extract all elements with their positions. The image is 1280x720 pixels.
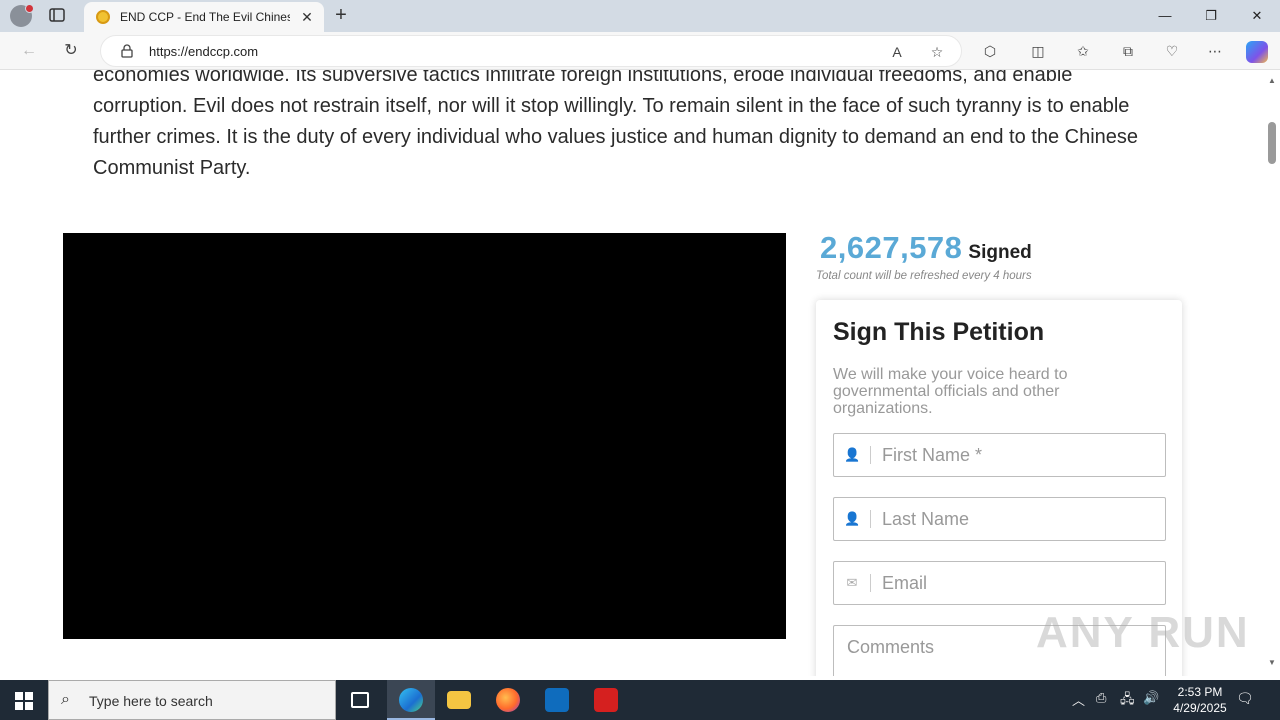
lock-icon[interactable] bbox=[121, 44, 133, 58]
split-screen-icon[interactable]: ◫ bbox=[1028, 41, 1048, 61]
tab-title: END CCP - End The Evil Chinese Communist… bbox=[120, 10, 290, 24]
favorite-star-icon[interactable]: ☆ bbox=[927, 42, 947, 62]
signed-label: Signed bbox=[968, 242, 1032, 263]
new-tab-button[interactable]: + bbox=[330, 4, 352, 26]
field-divider bbox=[870, 510, 871, 528]
volume-icon[interactable]: 🔊 bbox=[1143, 690, 1159, 706]
read-aloud-icon[interactable]: A bbox=[887, 42, 907, 62]
browser-toolbar: ← ↻ https://endccp.com A ☆ ⬡ ◫ ✩ ⧉ ♡ ⋯ bbox=[0, 32, 1280, 70]
network-icon[interactable]: 🖧 bbox=[1120, 690, 1135, 712]
search-icon: ⌕ bbox=[61, 691, 70, 708]
video-player[interactable] bbox=[63, 233, 786, 639]
edge-taskbar-icon[interactable] bbox=[387, 680, 435, 720]
browser-window: END CCP - End The Evil Chinese Communist… bbox=[0, 0, 1280, 680]
more-options-icon[interactable]: ⋯ bbox=[1205, 41, 1225, 61]
tray-device-icon[interactable]: ⎙ bbox=[1096, 690, 1106, 706]
clock-time: 2:53 PM bbox=[1177, 685, 1223, 699]
taskbar: ⌕ Type here to search ︿ ⎙ 🖧 🔊 2:53 PM 4/… bbox=[0, 680, 1280, 720]
comments-placeholder: Comments bbox=[847, 637, 935, 657]
favorites-icon[interactable]: ✩ bbox=[1073, 41, 1093, 61]
window-restore-button[interactable]: ❐ bbox=[1188, 0, 1234, 32]
email-placeholder: Email bbox=[882, 573, 928, 593]
window-close-button[interactable]: ✕ bbox=[1234, 0, 1280, 32]
user-outline-icon: 👤 bbox=[844, 511, 861, 526]
first-name-field[interactable]: 👤 First Name * bbox=[833, 433, 1166, 477]
email-field[interactable]: ✉ Email bbox=[833, 561, 1166, 605]
clock-date: 4/29/2025 bbox=[1173, 701, 1227, 715]
field-divider bbox=[870, 446, 871, 464]
windows-start-icon[interactable] bbox=[0, 680, 48, 720]
file-explorer-icon[interactable] bbox=[435, 680, 483, 720]
envelope-icon: ✉ bbox=[846, 575, 858, 590]
page-scrollbar[interactable]: ▲ ▼ bbox=[1264, 70, 1280, 676]
user-icon: 👤 bbox=[844, 447, 861, 462]
copilot-icon[interactable] bbox=[1246, 41, 1268, 63]
signed-count: 2,627,578 bbox=[820, 230, 963, 265]
first-name-placeholder: First Name * bbox=[882, 445, 983, 465]
window-minimize-button[interactable]: — bbox=[1142, 0, 1188, 32]
task-view-icon[interactable] bbox=[336, 680, 384, 720]
profile-avatar-icon[interactable] bbox=[10, 4, 34, 27]
tab-close-icon[interactable]: ✕ bbox=[298, 8, 316, 26]
scroll-down-icon[interactable]: ▼ bbox=[1267, 658, 1277, 668]
last-name-field[interactable]: 👤 Last Name bbox=[833, 497, 1166, 541]
firefox-icon[interactable] bbox=[484, 680, 532, 720]
web-page: economies worldwide. Its subversive tact… bbox=[0, 70, 1264, 676]
signature-counter: 2,627,578 Signed bbox=[820, 230, 1032, 266]
acrobat-icon[interactable] bbox=[582, 680, 630, 720]
taskbar-search-box[interactable]: ⌕ Type here to search bbox=[48, 680, 336, 720]
notification-icon[interactable]: 🗨 bbox=[1236, 690, 1256, 708]
field-divider bbox=[870, 574, 871, 592]
petition-subtitle: We will make your voice heard to governm… bbox=[833, 366, 1068, 417]
search-placeholder: Type here to search bbox=[89, 693, 213, 709]
collections-icon[interactable]: ⧉ bbox=[1118, 41, 1138, 61]
anyrun-watermark: ANY RUN bbox=[1036, 608, 1250, 657]
last-name-placeholder: Last Name bbox=[882, 509, 970, 529]
tab-actions-icon[interactable] bbox=[48, 6, 72, 26]
url-text: https://endccp.com bbox=[149, 44, 259, 59]
browser-essentials-icon[interactable]: ♡ bbox=[1162, 41, 1182, 61]
active-tab[interactable]: END CCP - End The Evil Chinese Communist… bbox=[84, 2, 324, 32]
refresh-icon[interactable]: ↻ bbox=[60, 40, 82, 62]
petition-title: Sign This Petition bbox=[833, 318, 1045, 346]
scroll-up-icon[interactable]: ▲ bbox=[1267, 76, 1277, 86]
site-favicon-icon bbox=[96, 10, 110, 24]
outlook-icon[interactable] bbox=[533, 680, 581, 720]
refresh-note: Total count will be refreshed every 4 ho… bbox=[816, 270, 1032, 282]
extensions-icon[interactable]: ⬡ bbox=[980, 41, 1000, 61]
tray-chevron-icon[interactable]: ︿ bbox=[1072, 690, 1085, 709]
address-bar[interactable]: https://endccp.com A ☆ bbox=[100, 35, 962, 67]
scroll-thumb[interactable] bbox=[1268, 122, 1276, 164]
tab-bar: END CCP - End The Evil Chinese Communist… bbox=[0, 0, 1280, 32]
clock[interactable]: 2:53 PM 4/29/2025 bbox=[1160, 684, 1240, 716]
back-arrow-icon[interactable]: ← bbox=[18, 40, 40, 62]
intro-paragraph: economies worldwide. Its subversive tact… bbox=[93, 70, 1139, 179]
